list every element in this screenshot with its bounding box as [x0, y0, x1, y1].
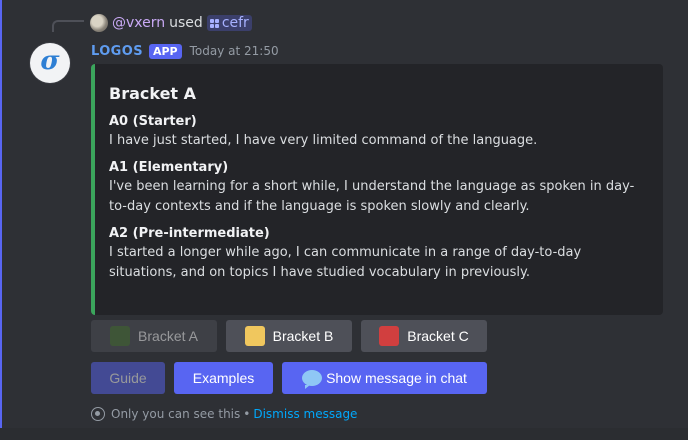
- ephemeral-notice: Only you can see this • Dismiss message: [91, 405, 357, 423]
- reply-used-text: used: [169, 15, 203, 31]
- separator: •: [243, 407, 251, 421]
- embed-title: Bracket A: [109, 84, 197, 103]
- field-name: A1 (Elementary): [109, 160, 229, 175]
- embed-field: A0 (Starter) I have just started, I have…: [109, 113, 649, 151]
- timestamp[interactable]: Today at 21:50: [190, 44, 279, 58]
- command-icon: [209, 18, 219, 28]
- guide-button[interactable]: Guide: [91, 362, 165, 394]
- speech-bubble-icon: [302, 370, 323, 389]
- bracket-a-button[interactable]: Bracket A: [91, 320, 217, 352]
- command-label: cefr: [221, 15, 249, 31]
- field-value: I started a longer while ago, I can comm…: [109, 245, 582, 280]
- chat-background: [0, 428, 688, 440]
- bracket-c-button[interactable]: Bracket C: [361, 320, 487, 352]
- show-in-chat-button[interactable]: Show message in chat: [282, 362, 487, 394]
- examples-button[interactable]: Examples: [174, 362, 273, 394]
- bracket-b-button[interactable]: Bracket B: [226, 320, 352, 352]
- embed-field: A2 (Pre-intermediate) I started a longer…: [109, 225, 649, 283]
- embed: Bracket A A0 (Starter) I have just start…: [91, 64, 663, 315]
- bot-name[interactable]: LOGOS: [91, 44, 143, 59]
- message-header: LOGOS APP Today at 21:50: [91, 41, 279, 61]
- bracket-c-label: Bracket C: [407, 328, 469, 344]
- red-square-icon: [379, 326, 400, 346]
- show-in-chat-label: Show message in chat: [326, 370, 467, 386]
- guide-label: Guide: [109, 370, 147, 386]
- field-name: A2 (Pre-intermediate): [109, 226, 270, 241]
- reply-username[interactable]: @vxern: [112, 15, 165, 31]
- field-value: I have just started, I have very limited…: [109, 133, 538, 148]
- reply-reference[interactable]: @vxern used cefr: [90, 13, 252, 33]
- app-badge: APP: [148, 43, 182, 59]
- bot-avatar-glyph: σ: [40, 46, 60, 76]
- dismiss-message-link[interactable]: Dismiss message: [253, 407, 357, 421]
- field-name: A0 (Starter): [109, 114, 197, 129]
- bot-avatar[interactable]: σ: [30, 43, 70, 83]
- action-button-row: Guide Examples Show message in chat: [91, 362, 487, 394]
- eye-icon: [91, 407, 105, 421]
- bracket-b-label: Bracket B: [272, 328, 334, 344]
- reply-connector: [52, 20, 84, 32]
- field-value: I've been learning for a short while, I …: [109, 179, 635, 214]
- green-square-icon: [110, 326, 131, 346]
- bracket-a-label: Bracket A: [138, 328, 198, 344]
- examples-label: Examples: [192, 370, 255, 386]
- embed-field: A1 (Elementary) I've been learning for a…: [109, 159, 649, 217]
- reply-user-avatar[interactable]: [90, 14, 108, 32]
- command-mention[interactable]: cefr: [206, 15, 252, 31]
- yellow-square-icon: [244, 326, 265, 346]
- only-you-text: Only you can see this: [111, 407, 241, 421]
- command-name: cefr: [222, 15, 249, 31]
- bracket-button-row: Bracket A Bracket B Bracket C: [91, 320, 487, 352]
